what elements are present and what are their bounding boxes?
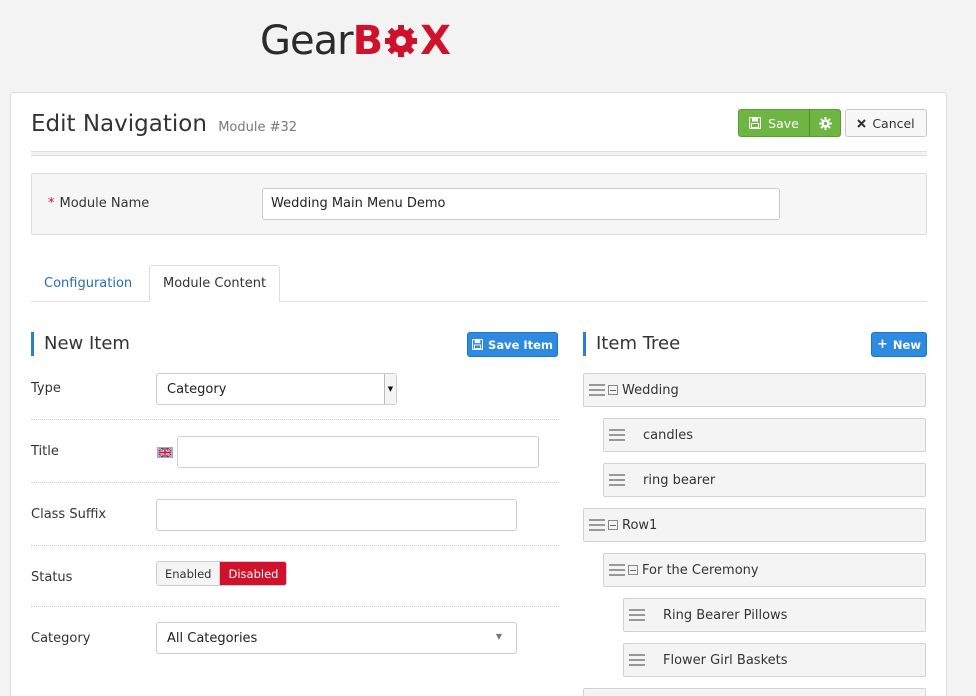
tree-item-label: candles bbox=[643, 427, 693, 443]
tree-item-candles[interactable]: candles bbox=[603, 418, 926, 452]
logo-letter-x: X bbox=[420, 18, 451, 64]
drag-handle-icon[interactable] bbox=[629, 652, 645, 668]
item-tree-heading: Item Tree bbox=[583, 332, 680, 356]
tree-item-wedding[interactable]: Wedding bbox=[583, 373, 926, 407]
class-suffix-input[interactable] bbox=[156, 499, 517, 531]
module-name-label: * Module Name bbox=[48, 196, 149, 211]
tab-module-content[interactable]: Module Content bbox=[149, 265, 281, 302]
drag-handle-icon[interactable] bbox=[589, 382, 605, 398]
tree-item-label: ring bearer bbox=[643, 472, 716, 488]
drag-handle-icon[interactable] bbox=[589, 517, 605, 533]
drag-handle-icon[interactable] bbox=[629, 607, 645, 623]
logo-cog-icon bbox=[385, 25, 418, 57]
tree-item-partial[interactable] bbox=[583, 688, 926, 696]
logo-text-gear: Gear bbox=[260, 18, 354, 64]
tab-bar: Configuration Module Content bbox=[31, 265, 927, 302]
category-label: Category bbox=[31, 631, 91, 646]
status-disabled-option[interactable]: Disabled bbox=[220, 562, 287, 585]
edit-panel: Edit Navigation Module #32 Save Cancel *… bbox=[10, 92, 947, 696]
type-select-value: Category bbox=[167, 381, 227, 397]
uk-flag-icon bbox=[157, 447, 173, 458]
module-id-subtitle: Module #32 bbox=[218, 120, 298, 135]
required-marker: * bbox=[48, 196, 55, 211]
title-row: Title bbox=[31, 420, 559, 483]
tree-item-flower-girl-baskets[interactable]: Flower Girl Baskets bbox=[623, 643, 926, 677]
category-select-value: All Categories bbox=[167, 630, 258, 646]
save-options-button[interactable] bbox=[809, 109, 841, 137]
new-item-button[interactable]: + New bbox=[871, 332, 927, 357]
drag-handle-icon[interactable] bbox=[609, 427, 625, 443]
status-label: Status bbox=[31, 570, 73, 585]
cancel-button[interactable]: Cancel bbox=[845, 109, 927, 137]
save-button-label: Save bbox=[768, 115, 799, 131]
page-title-text: Edit Navigation bbox=[31, 111, 207, 137]
logo-text-box: B X bbox=[352, 18, 451, 64]
type-row: Type Category ▼ bbox=[31, 361, 559, 420]
collapse-icon[interactable] bbox=[608, 520, 618, 530]
collapse-icon[interactable] bbox=[608, 385, 618, 395]
new-item-label: New bbox=[892, 337, 921, 352]
gear-icon bbox=[818, 116, 832, 130]
tree-item-for-the-ceremony[interactable]: For the Ceremony bbox=[603, 553, 926, 587]
tree-item-label: Flower Girl Baskets bbox=[663, 652, 788, 668]
category-select[interactable]: All Categories ▼ bbox=[156, 622, 517, 654]
new-item-heading: New Item bbox=[31, 332, 130, 356]
save-button[interactable]: Save bbox=[738, 109, 810, 137]
status-toggle: Enabled Disabled bbox=[156, 561, 288, 586]
tree-item-ring-bearer-pillows[interactable]: Ring Bearer Pillows bbox=[623, 598, 926, 632]
collapse-icon[interactable] bbox=[628, 565, 638, 575]
tree-item-row1[interactable]: Row1 bbox=[583, 508, 926, 542]
class-suffix-label: Class Suffix bbox=[31, 507, 107, 522]
status-enabled-option[interactable]: Enabled bbox=[157, 562, 221, 585]
title-label: Title bbox=[31, 444, 59, 459]
save-item-label: Save Item bbox=[488, 337, 553, 352]
close-icon bbox=[857, 118, 867, 128]
page-title: Edit Navigation Module #32 bbox=[31, 111, 297, 137]
type-label: Type bbox=[31, 381, 61, 396]
drag-handle-icon[interactable] bbox=[609, 472, 625, 488]
gearbox-logo: Gear B X bbox=[260, 18, 451, 64]
title-divider bbox=[31, 151, 927, 156]
tree-item-label: Row1 bbox=[622, 517, 658, 533]
plus-icon: + bbox=[877, 337, 888, 352]
tree-item-label: For the Ceremony bbox=[642, 562, 759, 578]
module-name-label-text: Module Name bbox=[59, 196, 150, 211]
tree-item-label: Wedding bbox=[622, 382, 679, 398]
tree-item-label: Ring Bearer Pillows bbox=[663, 607, 788, 623]
drag-handle-icon[interactable] bbox=[609, 562, 625, 578]
floppy-disk-icon bbox=[749, 117, 762, 129]
class-suffix-row: Class Suffix bbox=[31, 483, 559, 546]
cancel-button-label: Cancel bbox=[872, 115, 915, 131]
module-name-well: * Module Name Wedding Main Menu Demo bbox=[31, 173, 927, 235]
floppy-disk-icon bbox=[472, 339, 484, 350]
chevron-down-icon: ▼ bbox=[384, 374, 396, 404]
module-name-input[interactable]: Wedding Main Menu Demo bbox=[262, 188, 780, 220]
save-item-button[interactable]: Save Item bbox=[467, 332, 558, 357]
chevron-down-icon: ▼ bbox=[495, 632, 502, 641]
logo-letter-b: B bbox=[352, 18, 383, 64]
tab-configuration[interactable]: Configuration bbox=[31, 265, 145, 302]
type-select[interactable]: Category ▼ bbox=[156, 373, 397, 405]
category-row: Category All Categories ▼ bbox=[31, 607, 559, 687]
tree-item-ring-bearer[interactable]: ring bearer bbox=[603, 463, 926, 497]
title-input[interactable] bbox=[177, 436, 539, 468]
status-row: Status Enabled Disabled bbox=[31, 546, 559, 607]
